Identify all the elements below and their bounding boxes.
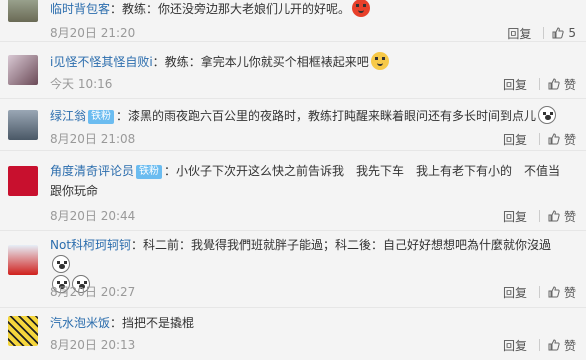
comment-actions: 回复 赞	[486, 337, 576, 353]
reply-button[interactable]: 回复	[503, 284, 527, 301]
like-button[interactable]: 赞	[548, 76, 576, 93]
comment-item: 绿江翁 铁粉 ：漆黑的雨夜跑六百公里的夜路时，教练打盹醒来眯着眼问还有多长时间到点儿…	[0, 99, 586, 151]
fan-badge[interactable]: 铁粉	[136, 165, 163, 179]
comment-time: 8月20日 20:27	[50, 285, 136, 299]
reply-button[interactable]: 回复	[503, 337, 527, 354]
angry-emoji-icon	[352, 0, 371, 17]
like-label: 赞	[563, 132, 576, 147]
comment-text-line: 汽水泡米饭：挡把不是撬棍	[50, 316, 195, 330]
comment-time: 8月20日 20:13	[50, 338, 136, 352]
comment-actions: 回复 赞	[486, 208, 576, 224]
scared-emoji-icon	[52, 255, 70, 273]
like-count: 5	[568, 26, 576, 40]
thumbs-up-icon	[548, 339, 560, 351]
thumbs-up-icon	[548, 133, 560, 145]
avatar[interactable]	[8, 166, 38, 196]
username[interactable]: 角度清奇评论员	[50, 164, 134, 178]
thumbs-up-icon	[552, 27, 565, 39]
like-label: 赞	[563, 338, 576, 353]
like-label: 赞	[563, 77, 576, 92]
like-button[interactable]: 5	[552, 26, 576, 40]
comment-list: 临时背包客：教练：你还没旁边那大老娘们儿开的好呢。 8月20日 21:20 回复…	[0, 0, 586, 360]
like-button[interactable]: 赞	[548, 131, 576, 148]
comment-time: 8月20日 21:20	[50, 26, 136, 40]
comment-actions: 回复 赞	[486, 284, 576, 300]
divider	[538, 78, 540, 90]
comment-actions: 回复 赞	[486, 131, 576, 147]
comment-text: 科二前：我覺得我們班就胖子能過；科二後：自己好好想想吧為什麼就你沒過	[143, 238, 552, 252]
divider	[538, 339, 540, 351]
username[interactable]: Not科柯珂轲钶	[50, 238, 131, 252]
divider	[543, 27, 545, 39]
thumbs-up-icon	[548, 286, 560, 298]
reply-button[interactable]: 回复	[503, 76, 527, 93]
comment-text-line: 临时背包客：教练：你还没旁边那大老娘们儿开的好呢。	[50, 0, 566, 19]
comment-time: 8月20日 20:44	[50, 209, 136, 223]
divider	[538, 210, 540, 222]
comment-item: 汽水泡米饭：挡把不是撬棍 8月20日 20:13 回复 赞	[0, 308, 586, 360]
comment-item: Not科柯珂轲钶：科二前：我覺得我們班就胖子能過；科二後：自己好好想想吧為什麼就…	[0, 231, 586, 308]
divider	[538, 133, 540, 145]
divider	[538, 286, 540, 298]
username[interactable]: 绿江翁	[50, 109, 86, 123]
avatar[interactable]	[8, 110, 38, 140]
like-button[interactable]: 赞	[548, 284, 576, 301]
comment-text: 教练：拿完本儿你就买个相框裱起来吧	[164, 55, 369, 69]
comment-text-line: i见怪不怪其怪自败i：教练：拿完本儿你就买个相框裱起来吧	[50, 52, 566, 72]
comment-text: 教练：你还没旁边那大老娘们儿开的好呢。	[122, 2, 351, 16]
comment-item: 角度清奇评论员 铁粉 ：小伙子下次开这么快之前告诉我 我先下车 我上有老下有小的 不…	[0, 151, 586, 231]
comment-item: 临时背包客：教练：你还没旁边那大老娘们儿开的好呢。 8月20日 21:20 回复…	[0, 0, 586, 42]
comment-text: 挡把不是撬棍	[122, 316, 195, 330]
reply-button[interactable]: 回复	[503, 131, 527, 148]
comment-time: 今天 10:16	[50, 77, 113, 91]
thumbs-up-icon	[548, 210, 560, 222]
smile-emoji-icon	[370, 52, 389, 70]
username[interactable]: i见怪不怪其怪自败i	[50, 55, 153, 69]
fan-badge[interactable]: 铁粉	[88, 110, 115, 124]
comment-time: 8月20日 21:08	[50, 132, 136, 146]
comment-actions: 回复 赞	[486, 76, 576, 92]
reply-button[interactable]: 回复	[503, 208, 527, 225]
comment-actions: 回复 5	[486, 25, 576, 41]
like-label: 赞	[563, 209, 576, 224]
username[interactable]: 临时背包客	[50, 2, 110, 16]
avatar[interactable]	[8, 245, 38, 275]
comment-text-line: 绿江翁 铁粉 ：漆黑的雨夜跑六百公里的夜路时，教练打盹醒来眯着眼问还有多长时间到点儿	[50, 106, 566, 126]
reply-button[interactable]: 回复	[507, 25, 531, 42]
scared-emoji-icon	[538, 106, 557, 124]
thumbs-up-icon	[548, 78, 560, 90]
comment-text: 漆黑的雨夜跑六百公里的夜路时，教练打盹醒来眯着眼问还有多长时间到点儿	[128, 109, 537, 123]
comment-item: i见怪不怪其怪自败i：教练：拿完本儿你就买个相框裱起来吧 今天 10:16 回复…	[0, 42, 586, 99]
like-label: 赞	[563, 285, 576, 300]
like-button[interactable]: 赞	[548, 337, 576, 354]
like-button[interactable]: 赞	[548, 208, 576, 225]
avatar[interactable]	[8, 316, 38, 346]
username[interactable]: 汽水泡米饭	[50, 316, 110, 330]
comment-text-line: 角度清奇评论员 铁粉 ：小伙子下次开这么快之前告诉我 我先下车 我上有老下有小的 不…	[50, 164, 561, 198]
avatar[interactable]	[8, 0, 38, 22]
avatar[interactable]	[8, 55, 38, 85]
